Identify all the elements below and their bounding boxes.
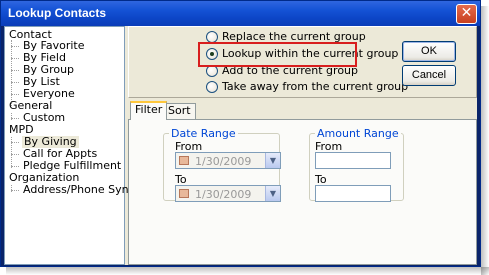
tab-filter[interactable]: Filter bbox=[130, 101, 168, 120]
amount-from-input[interactable] bbox=[315, 152, 391, 169]
filter-tab-panel: Date Range From 1/30/2009 ▼ To 1/30/2009… bbox=[128, 119, 477, 265]
close-icon: ✕ bbox=[460, 5, 473, 21]
lookup-contacts-dialog: Lookup Contacts ✕ Contact By Favorite By… bbox=[0, 0, 481, 267]
date-range-title: Date Range bbox=[169, 127, 238, 140]
chevron-down-icon[interactable]: ▼ bbox=[265, 186, 280, 201]
group-options-panel: Replace the current group Lookup within … bbox=[128, 26, 477, 98]
calendar-icon bbox=[179, 189, 189, 198]
date-from-value: 1/30/2009 bbox=[195, 155, 252, 168]
window-shadow-right bbox=[481, 6, 489, 275]
date-to-picker[interactable]: 1/30/2009 ▼ bbox=[175, 185, 281, 202]
calendar-icon bbox=[179, 156, 189, 165]
tab-sort[interactable]: Sort bbox=[163, 103, 196, 119]
radio-take-away-label: Take away from the current group bbox=[222, 80, 409, 93]
tree-connector bbox=[11, 166, 19, 167]
highlight-annotation-box bbox=[198, 42, 357, 67]
tree-connector bbox=[11, 70, 19, 71]
tree-connector bbox=[11, 40, 12, 106]
cancel-button[interactable]: Cancel bbox=[402, 65, 456, 86]
tree-item-address-phone-sync[interactable]: Address/Phone Sync bbox=[23, 184, 135, 196]
close-button[interactable]: ✕ bbox=[456, 4, 477, 24]
chevron-down-icon[interactable]: ▼ bbox=[265, 153, 280, 168]
amount-range-group: Amount Range From To bbox=[309, 127, 404, 202]
tree-connector bbox=[11, 154, 19, 155]
date-from-picker[interactable]: 1/30/2009 ▼ bbox=[175, 152, 281, 169]
tree-connector bbox=[11, 142, 19, 143]
title-bar[interactable]: Lookup Contacts ✕ bbox=[1, 1, 480, 26]
dialog-client-area: Contact By Favorite By Field By Group By… bbox=[4, 26, 477, 265]
radio-circle bbox=[206, 81, 218, 93]
tree-connector bbox=[11, 82, 19, 83]
tree-connector bbox=[11, 46, 19, 47]
window-title: Lookup Contacts bbox=[8, 6, 106, 20]
window-shadow-bottom bbox=[6, 267, 489, 275]
tree-connector bbox=[11, 118, 19, 119]
tree-connector bbox=[11, 190, 19, 191]
amount-to-input[interactable] bbox=[315, 185, 391, 202]
date-to-value: 1/30/2009 bbox=[195, 188, 252, 201]
filter-sort-tabs: Date Range From 1/30/2009 ▼ To 1/30/2009… bbox=[128, 101, 477, 265]
amount-range-title: Amount Range bbox=[315, 127, 401, 140]
tree-connector bbox=[11, 58, 19, 59]
date-range-group: Date Range From 1/30/2009 ▼ To 1/30/2009… bbox=[163, 127, 281, 202]
lookup-type-tree[interactable]: Contact By Favorite By Field By Group By… bbox=[4, 26, 135, 265]
tree-connector bbox=[11, 94, 19, 95]
ok-button[interactable]: OK bbox=[402, 41, 456, 62]
